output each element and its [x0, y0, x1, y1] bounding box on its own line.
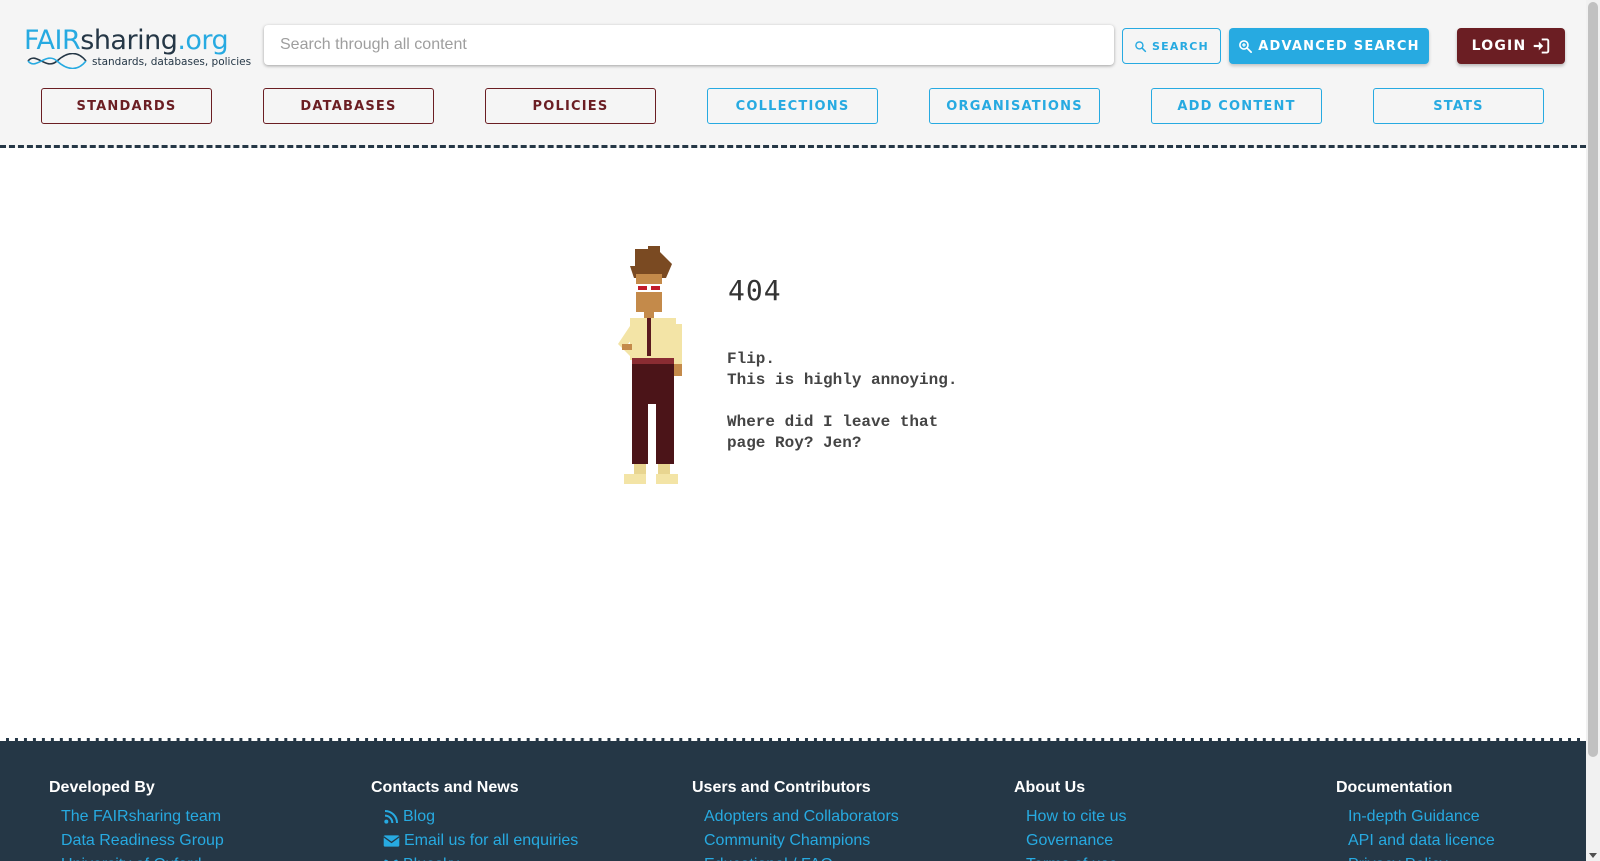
- footer-column-developed-by: Developed By The FAIRsharing team Data R…: [49, 779, 224, 861]
- footer-heading: Documentation: [1336, 779, 1453, 796]
- logo-wordmark: FAIRsharing.org: [24, 26, 254, 56]
- advanced-search-button[interactable]: ADVANCED SEARCH: [1229, 28, 1429, 64]
- error-message: Flip. This is highly annoying. Where did…: [727, 350, 958, 452]
- login-button[interactable]: LOGIN: [1457, 28, 1565, 64]
- advanced-search-label: ADVANCED SEARCH: [1258, 38, 1420, 54]
- footer-link-label: Email us for all enquiries: [404, 832, 579, 849]
- footer-column-documentation: Documentation In-depth Guidance API and …: [1336, 779, 1495, 861]
- fairsharing-logo[interactable]: FAIRsharing.org standards, databases, po…: [24, 26, 254, 70]
- scroll-down-arrow-icon[interactable]: [1589, 853, 1597, 858]
- footer-link-terms[interactable]: Terms of use: [1014, 853, 1126, 861]
- nav-standards[interactable]: STANDARDS: [41, 88, 212, 124]
- rss-icon: [383, 809, 399, 825]
- footer-heading: Developed By: [49, 779, 155, 796]
- footer-link-data-readiness[interactable]: Data Readiness Group: [49, 829, 224, 853]
- login-icon: [1532, 38, 1550, 54]
- site-header: FAIRsharing.org standards, databases, po…: [0, 0, 1586, 148]
- footer-link-label: Bluesky: [403, 853, 459, 861]
- nav-stats[interactable]: STATS: [1373, 88, 1544, 124]
- footer-link-governance[interactable]: Governance: [1014, 829, 1126, 853]
- nav-databases[interactable]: DATABASES: [263, 88, 434, 124]
- footer-heading: Contacts and News: [371, 779, 519, 796]
- logo-text-org: .org: [177, 25, 229, 56]
- login-label: LOGIN: [1471, 38, 1527, 54]
- search-button-label: SEARCH: [1152, 39, 1209, 53]
- logo-text-sharing: sharing: [80, 25, 178, 56]
- envelope-icon: [383, 834, 400, 848]
- footer-link-educational[interactable]: Educational / FAQ: [692, 853, 899, 861]
- footer-column-users: Users and Contributors Adopters and Coll…: [692, 779, 899, 861]
- moss-character-illustration: [618, 246, 682, 484]
- footer-link-adopters[interactable]: Adopters and Collaborators: [692, 805, 899, 829]
- footer-link-bluesky[interactable]: Bluesky: [371, 853, 578, 861]
- footer-link-guidance[interactable]: In-depth Guidance: [1336, 805, 1495, 829]
- footer-link-cite[interactable]: How to cite us: [1014, 805, 1126, 829]
- footer-link-team[interactable]: The FAIRsharing team: [49, 805, 224, 829]
- search-button[interactable]: SEARCH: [1122, 28, 1221, 64]
- footer-link-blog[interactable]: Blog: [371, 805, 578, 829]
- nav-policies[interactable]: POLICIES: [485, 88, 656, 124]
- logo-tagline: standards, databases, policies: [92, 56, 252, 68]
- footer-link-oxford[interactable]: University of Oxford: [49, 853, 224, 861]
- logo-wave-icon: [27, 53, 87, 69]
- footer-link-champions[interactable]: Community Champions: [692, 829, 899, 853]
- search-icon: [1134, 40, 1147, 53]
- site-footer: Developed By The FAIRsharing team Data R…: [0, 738, 1586, 861]
- footer-column-contacts: Contacts and News Blog Email us for all …: [371, 779, 578, 861]
- footer-column-about: About Us How to cite us Governance Terms…: [1014, 779, 1126, 861]
- logo-text-fair: FAIR: [24, 25, 81, 56]
- footer-heading: Users and Contributors: [692, 779, 871, 796]
- footer-link-api-licence[interactable]: API and data licence: [1336, 829, 1495, 853]
- footer-link-privacy[interactable]: Privacy Policy: [1336, 853, 1495, 861]
- footer-link-email[interactable]: Email us for all enquiries: [371, 829, 578, 853]
- page-scrollbar[interactable]: [1586, 0, 1600, 861]
- search-input[interactable]: [264, 25, 1114, 65]
- magnify-plus-icon: [1238, 39, 1253, 54]
- error-code: 404: [728, 274, 782, 307]
- nav-organisations[interactable]: ORGANISATIONS: [929, 88, 1100, 124]
- scrollbar-thumb[interactable]: [1588, 2, 1598, 757]
- nav-add-content[interactable]: ADD CONTENT: [1151, 88, 1322, 124]
- footer-heading: About Us: [1014, 779, 1086, 796]
- nav-collections[interactable]: COLLECTIONS: [707, 88, 878, 124]
- footer-link-label: Blog: [403, 808, 436, 825]
